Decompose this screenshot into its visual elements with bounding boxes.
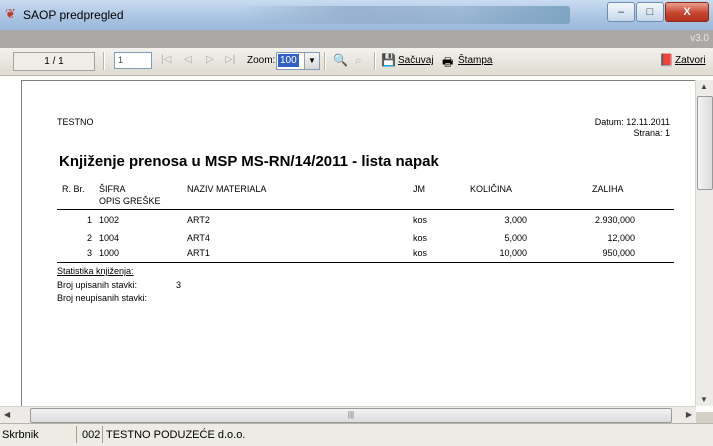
zoom-select[interactable]: 100 ▼: [276, 52, 320, 70]
stats-written-label: Broj upisanih stavki:: [57, 280, 138, 290]
window-controls: – □ X: [606, 2, 709, 22]
table-bottom-divider: [57, 262, 674, 263]
table-cell-zaliha: 950,000: [602, 248, 635, 258]
status-separator: [76, 426, 77, 443]
status-user: Skrbnik: [2, 429, 39, 441]
find-next-icon[interactable]: ⌕: [355, 53, 362, 68]
scroll-up-icon[interactable]: ▲: [700, 82, 708, 91]
table-cell-rbr: 1: [86, 215, 92, 225]
stats-title: Statistika knjiženja:: [57, 266, 134, 276]
zoom-label: Zoom:: [247, 55, 276, 66]
prev-page-icon[interactable]: ◁: [184, 54, 192, 65]
status-company-name: TESTNO PODUZEĆE d.o.o.: [106, 429, 246, 441]
column-header-naziv: NAZIV MATERIALA: [187, 184, 267, 194]
column-header-zaliha: ZALIHA: [592, 184, 624, 194]
status-separator: [102, 426, 103, 443]
table-cell-rbr: 3: [86, 248, 92, 258]
close-button[interactable]: Zatvori: [675, 55, 706, 66]
app-icon: ❦: [5, 6, 16, 21]
table-cell-sifra: 1002: [99, 215, 120, 225]
table-cell-jm: kos: [413, 215, 428, 225]
column-header-jm: JM: [413, 184, 425, 194]
report-date: Datum: 12.11.2011: [594, 117, 670, 127]
print-button[interactable]: Štampa: [458, 55, 492, 66]
table-cell-kolicina: 5,000: [504, 233, 527, 243]
print-label: Štampa: [458, 55, 493, 66]
close-label: Zatvori: [675, 55, 706, 66]
vertical-scrollbar[interactable]: ▲ ▼: [695, 80, 713, 406]
scroll-left-icon[interactable]: ◀: [4, 410, 10, 419]
table-cell-naziv: ART1: [187, 248, 210, 258]
last-page-icon[interactable]: ▷|: [225, 54, 235, 65]
maximize-button[interactable]: □: [636, 2, 664, 22]
table-cell-jm: kos: [413, 233, 428, 243]
vertical-scroll-thumb[interactable]: [697, 96, 713, 190]
close-icon[interactable]: 📕: [659, 53, 674, 67]
table-cell-kolicina: 10,000: [499, 248, 527, 258]
zoom-value: 100: [278, 54, 299, 67]
toolbar-separator: [324, 52, 326, 70]
save-icon[interactable]: 💾: [381, 53, 396, 67]
table-cell-sifra: 1000: [99, 248, 120, 258]
app-window: ❦ SAOP predpregled – □ X v3.0 1 / 1 1 |◁…: [0, 0, 713, 446]
status-bar: Skrbnik 002 TESTNO PODUZEĆE d.o.o.: [0, 423, 713, 446]
column-header-sifra: ŠIFRA: [99, 184, 126, 194]
close-window-button[interactable]: X: [665, 2, 709, 22]
table-cell-jm: kos: [413, 248, 428, 258]
status-company-code: 002: [82, 429, 101, 441]
table-cell-sifra: 1004: [99, 233, 120, 243]
scroll-down-icon[interactable]: ▼: [700, 395, 708, 404]
toolbar-separator: [103, 52, 105, 70]
save-label: Sačuvaj: [398, 55, 434, 66]
table-cell-naziv: ART4: [187, 233, 210, 243]
page-number-input[interactable]: 1: [114, 52, 152, 69]
column-header-kolicina: KOLIČINA: [470, 184, 513, 194]
table-cell-zaliha: 12,000: [607, 233, 635, 243]
next-page-icon[interactable]: ▷: [206, 54, 214, 65]
window-title: SAOP predpregled: [23, 8, 124, 22]
header-divider: [57, 209, 674, 210]
minimize-button[interactable]: –: [607, 2, 635, 22]
table-cell-kolicina: 3,000: [504, 215, 527, 225]
first-page-icon[interactable]: |◁: [161, 54, 171, 65]
report-company: TESTNO: [57, 117, 94, 127]
title-bar[interactable]: ❦ SAOP predpregled – □ X: [0, 0, 713, 30]
toolbar-separator: [374, 52, 376, 70]
page-indicator: 1 / 1: [13, 52, 95, 71]
table-cell-naziv: ART2: [187, 215, 210, 225]
print-icon[interactable]: 🖶: [442, 53, 453, 74]
scroll-right-icon[interactable]: ▶: [686, 410, 692, 419]
table-cell-zaliha: 2.930,000: [594, 215, 635, 225]
horizontal-scrollbar[interactable]: ◀ ||| ▶: [0, 406, 696, 424]
column-header-opis: OPIS GREŠKE: [99, 196, 161, 206]
report-page-number: Strana: 1: [633, 128, 670, 138]
horizontal-scroll-thumb[interactable]: |||: [30, 408, 672, 423]
find-icon[interactable]: 🔍: [333, 53, 348, 67]
report-title: Knjiženje prenosa u MSP MS-RN/14/2011 - …: [59, 153, 439, 170]
column-header-rbr: R. Br.: [62, 184, 85, 194]
title-bar-blur: [240, 6, 570, 24]
version-label: v3.0: [690, 33, 709, 44]
stats-written-value: 3: [176, 280, 182, 290]
stats-unwritten-label: Broj neupisanih stavki:: [57, 293, 148, 303]
version-bar: v3.0: [0, 30, 713, 48]
table-cell-rbr: 2: [86, 233, 92, 243]
chevron-down-icon[interactable]: ▼: [304, 53, 319, 69]
preview-toolbar: 1 / 1 1 |◁ ◁ ▷ ▷| Zoom: 100 ▼ 🔍 ⌕ 💾 Saču…: [0, 48, 713, 76]
save-button[interactable]: Sačuvaj: [398, 55, 434, 66]
